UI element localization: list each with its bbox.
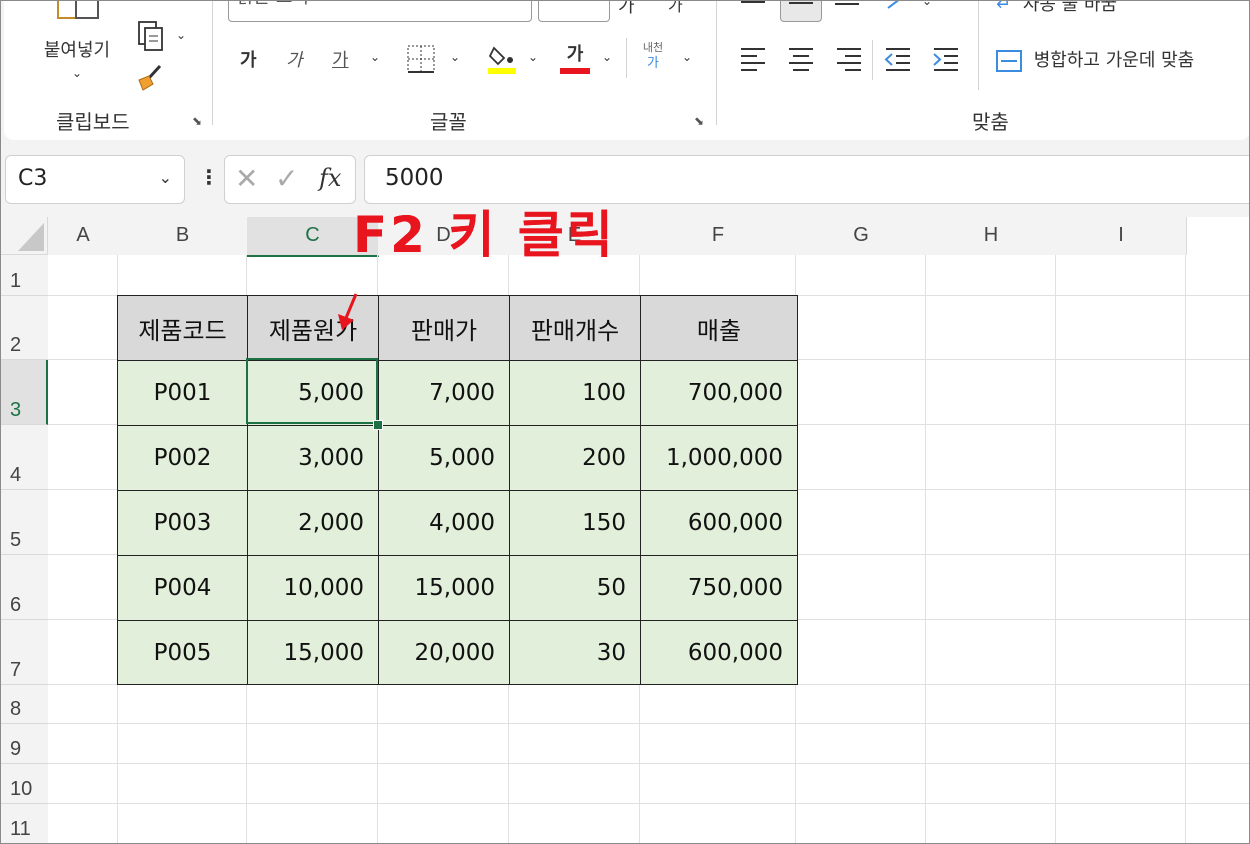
- window-frame: [0, 0, 1250, 844]
